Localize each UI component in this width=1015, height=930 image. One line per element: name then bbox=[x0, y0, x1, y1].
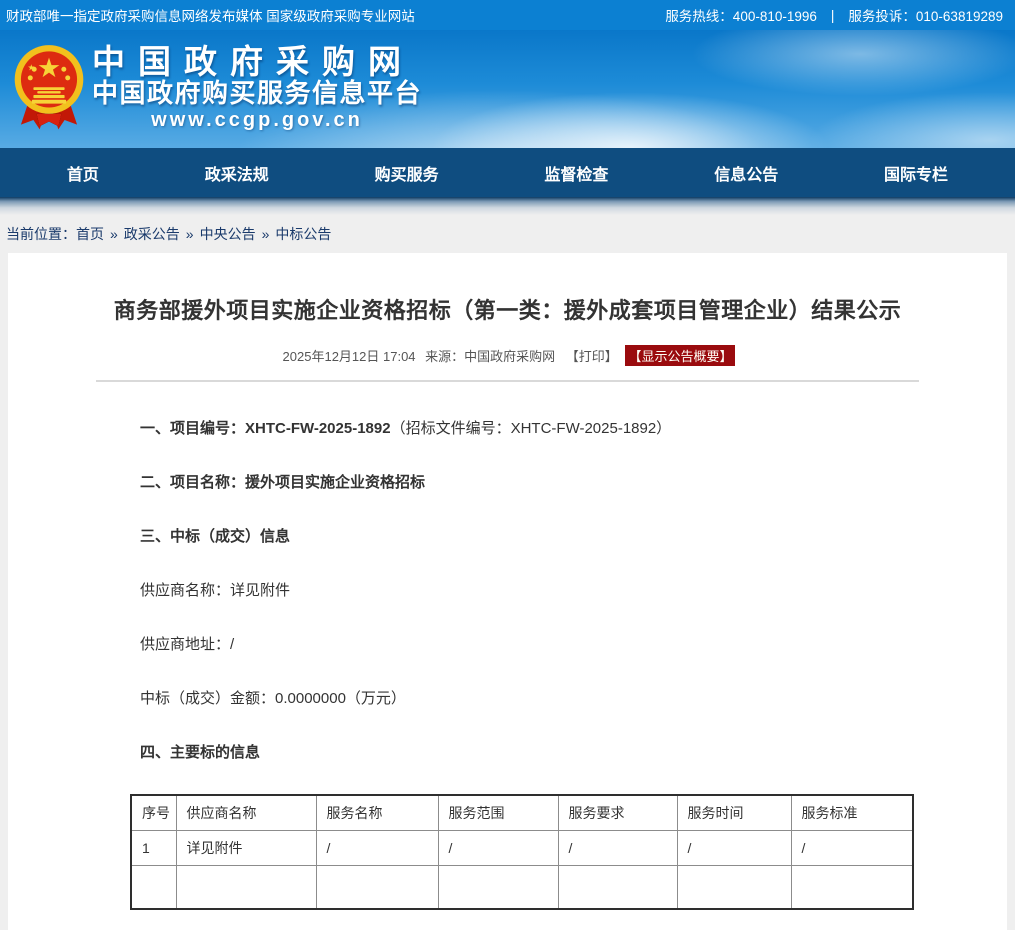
paragraph-main-subject-heading: 四、主要标的信息 bbox=[140, 742, 917, 763]
site-title-block: 中国政府采购网 中国政府购买服务信息平台 www.ccgp.gov.cn bbox=[92, 45, 422, 132]
cell-service-scope: / bbox=[438, 831, 558, 866]
col-header-service-time: 服务时间 bbox=[677, 795, 791, 831]
article-meta: 2025年12月12日 17:04 来源：中国政府采购网 【打印】 【显示公告概… bbox=[8, 345, 1007, 366]
service-hotline: 服务热线：400-810-1996 bbox=[665, 5, 817, 25]
paragraph-bold-text: 三、中标（成交）信息 bbox=[140, 528, 290, 545]
breadcrumb: 当前位置： 首页 » 政采公告 » 中央公告 » 中标公告 bbox=[0, 215, 1015, 253]
article-title: 商务部援外项目实施企业资格招标（第一类：援外成套项目管理企业）结果公示 bbox=[8, 253, 1007, 325]
paragraph-project-name: 二、项目名称：援外项目实施企业资格招标 bbox=[140, 472, 917, 493]
content-panel: 商务部援外项目实施企业资格招标（第一类：援外成套项目管理企业）结果公示 2025… bbox=[8, 253, 1007, 930]
site-name: 中国政府采购网 bbox=[92, 45, 422, 79]
nav-gradient-strip bbox=[0, 197, 1015, 215]
paragraph-project-number: 一、项目编号：XHTC-FW-2025-1892（招标文件编号：XHTC-FW-… bbox=[140, 418, 917, 439]
breadcrumb-prefix: 当前位置： bbox=[6, 224, 76, 244]
topbar-separator: | bbox=[831, 8, 835, 23]
col-header-service-name: 服务名称 bbox=[316, 795, 438, 831]
nav-item-announcements[interactable]: 信息公告 bbox=[704, 157, 788, 189]
nav-item-regulations[interactable]: 政采法规 bbox=[195, 157, 279, 189]
nav-item-supervision[interactable]: 监督检查 bbox=[534, 157, 618, 189]
site-banner: 中国政府采购网 中国政府购买服务信息平台 www.ccgp.gov.cn bbox=[0, 30, 1015, 148]
breadcrumb-home[interactable]: 首页 bbox=[76, 224, 104, 244]
site-slogan: 财政部唯一指定政府采购信息网络发布媒体 国家级政府采购专业网站 bbox=[6, 5, 415, 25]
site-url: www.ccgp.gov.cn bbox=[92, 108, 422, 132]
paragraph-award-info-heading: 三、中标（成交）信息 bbox=[140, 526, 917, 547]
paragraph-bold-text: 一、项目编号：XHTC-FW-2025-1892 bbox=[140, 420, 391, 437]
col-header-service-scope: 服务范围 bbox=[438, 795, 558, 831]
breadcrumb-separator: » bbox=[262, 226, 270, 242]
paragraph-bold-text: 二、项目名称：援外项目实施企业资格招标 bbox=[140, 474, 425, 491]
table-header-row: 序号 供应商名称 服务名称 服务范围 服务要求 服务时间 服务标准 bbox=[131, 795, 913, 831]
paragraph-regular-text: 中标（成交）金额：0.0000000（万元） bbox=[140, 690, 406, 707]
national-emblem-icon bbox=[10, 42, 88, 134]
paragraph-supplier-name: 供应商名称：详见附件 bbox=[140, 580, 917, 601]
show-summary-button[interactable]: 【显示公告概要】 bbox=[625, 345, 735, 366]
main-nav: 首页 政采法规 购买服务 监督检查 信息公告 国际专栏 bbox=[0, 148, 1015, 197]
site-logo[interactable]: 中国政府采购网 中国政府购买服务信息平台 www.ccgp.gov.cn bbox=[10, 42, 422, 134]
col-header-supplier: 供应商名称 bbox=[176, 795, 316, 831]
cell-service-name: / bbox=[316, 831, 438, 866]
publish-datetime: 2025年12月12日 17:04 bbox=[283, 349, 416, 364]
nav-item-international[interactable]: 国际专栏 bbox=[874, 157, 958, 189]
cell-empty bbox=[131, 866, 176, 909]
col-header-service-requirement: 服务要求 bbox=[558, 795, 677, 831]
cell-service-standard: / bbox=[791, 831, 913, 866]
paragraph-regular-text: 供应商名称：详见附件 bbox=[140, 582, 290, 599]
cell-service-requirement: / bbox=[558, 831, 677, 866]
breadcrumb-award[interactable]: 中标公告 bbox=[275, 224, 331, 244]
cell-supplier: 详见附件 bbox=[176, 831, 316, 866]
col-header-service-standard: 服务标准 bbox=[791, 795, 913, 831]
topbar-contacts: 服务热线：400-810-1996 | 服务投诉：010-63819289 bbox=[665, 5, 1003, 25]
nav-item-home[interactable]: 首页 bbox=[57, 157, 109, 189]
top-utility-bar: 财政部唯一指定政府采购信息网络发布媒体 国家级政府采购专业网站 服务热线：400… bbox=[0, 0, 1015, 30]
table-row-empty bbox=[131, 866, 913, 909]
breadcrumb-zhengcai[interactable]: 政采公告 bbox=[124, 224, 180, 244]
paragraph-regular-text: 供应商地址：/ bbox=[140, 636, 234, 653]
cell-empty bbox=[438, 866, 558, 909]
service-complaint: 服务投诉：010-63819289 bbox=[848, 5, 1003, 25]
article-source: 来源：中国政府采购网 bbox=[425, 349, 555, 364]
paragraph-award-amount: 中标（成交）金额：0.0000000（万元） bbox=[140, 688, 917, 709]
breadcrumb-central[interactable]: 中央公告 bbox=[200, 224, 256, 244]
subject-info-table: 序号 供应商名称 服务名称 服务范围 服务要求 服务时间 服务标准 1 详见附件… bbox=[130, 794, 914, 910]
paragraph-supplier-address: 供应商地址：/ bbox=[140, 634, 917, 655]
cell-service-time: / bbox=[677, 831, 791, 866]
cell-index: 1 bbox=[131, 831, 176, 866]
site-subtitle: 中国政府购买服务信息平台 bbox=[92, 79, 422, 108]
paragraph-bold-text: 四、主要标的信息 bbox=[140, 744, 260, 761]
table-row: 1 详见附件 / / / / / bbox=[131, 831, 913, 866]
article-body: 一、项目编号：XHTC-FW-2025-1892（招标文件编号：XHTC-FW-… bbox=[8, 382, 1007, 910]
col-header-index: 序号 bbox=[131, 795, 176, 831]
cell-empty bbox=[791, 866, 913, 909]
paragraph-regular-text: （招标文件编号：XHTC-FW-2025-1892） bbox=[391, 420, 672, 437]
breadcrumb-separator: » bbox=[110, 226, 118, 242]
print-button[interactable]: 【打印】 bbox=[566, 349, 618, 364]
cell-empty bbox=[316, 866, 438, 909]
cell-empty bbox=[677, 866, 791, 909]
cell-empty bbox=[558, 866, 677, 909]
breadcrumb-separator: » bbox=[186, 226, 194, 242]
cell-empty bbox=[176, 866, 316, 909]
nav-item-purchase-services[interactable]: 购买服务 bbox=[365, 157, 449, 189]
